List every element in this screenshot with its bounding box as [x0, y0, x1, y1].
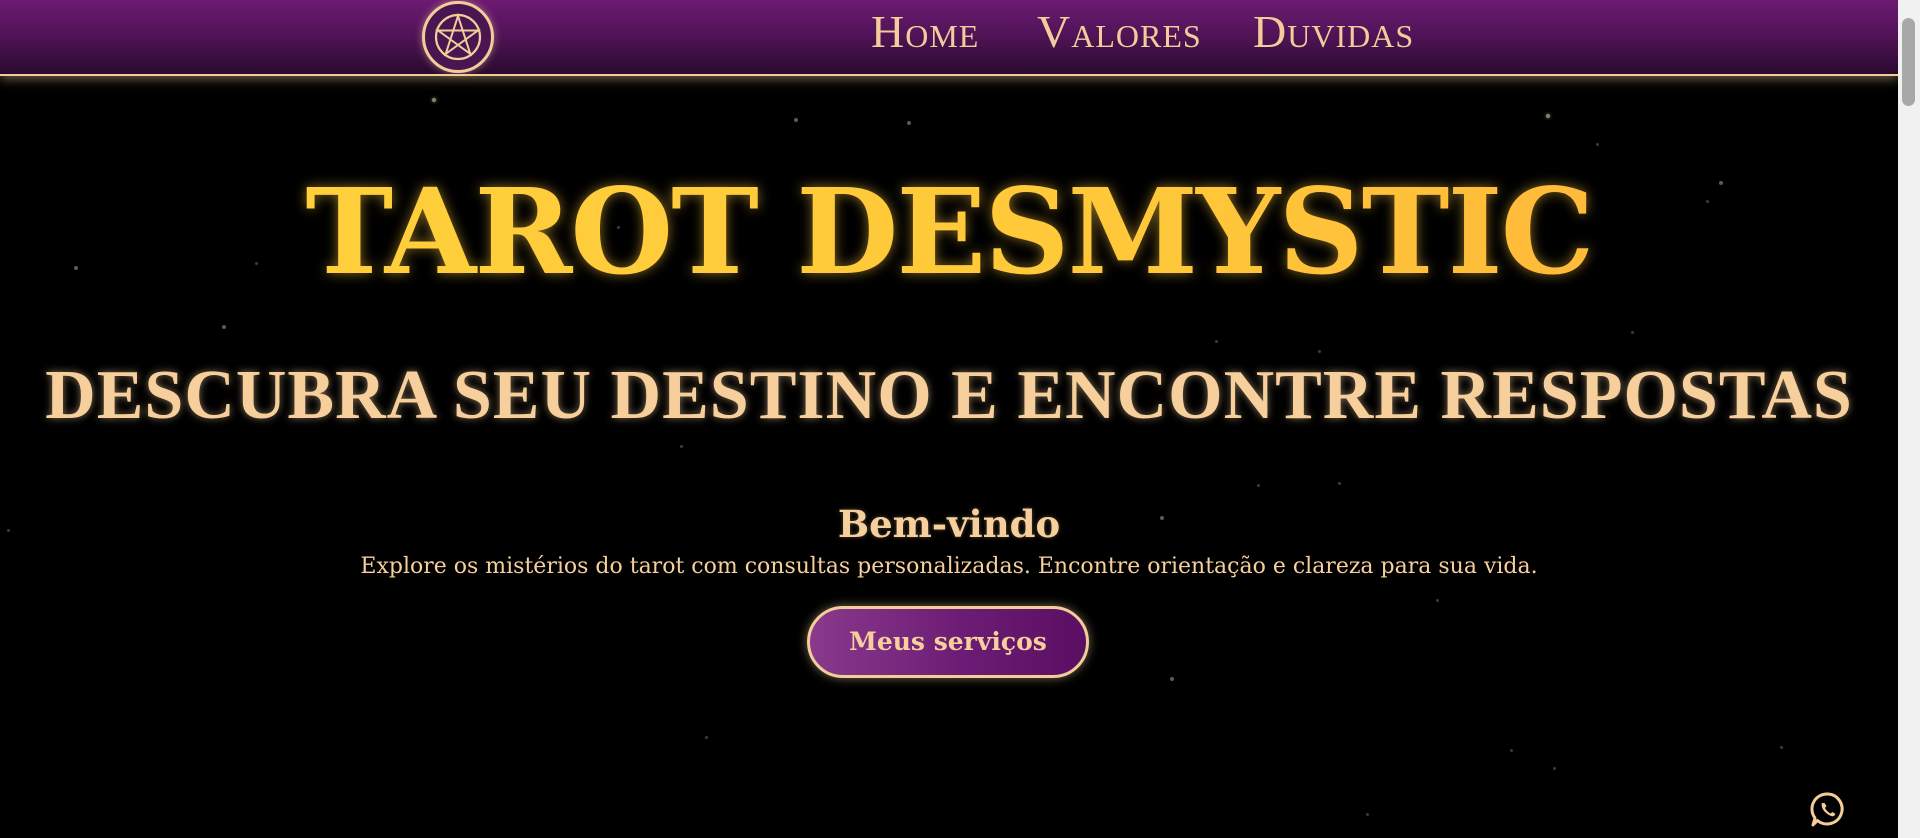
browser-viewport: Home Valores Duvidas TAROT DESMYSTIC DES… [0, 0, 1920, 838]
nav-link-valores[interactable]: Valores [1037, 4, 1202, 60]
nav-link-home[interactable]: Home [871, 4, 979, 60]
star [1338, 482, 1341, 485]
star [1170, 677, 1174, 681]
nav-link-duvidas[interactable]: Duvidas [1253, 4, 1414, 60]
star [1366, 813, 1369, 816]
star [1780, 746, 1783, 749]
star [1553, 767, 1556, 770]
page-scrollbar[interactable] [1898, 0, 1920, 838]
welcome-heading: Bem-vindo [837, 502, 1061, 546]
star [907, 121, 911, 125]
services-button[interactable]: Meus serviços [807, 606, 1089, 678]
star [1631, 331, 1634, 334]
scrollbar-thumb[interactable] [1902, 18, 1915, 106]
site-header: Home Valores Duvidas [0, 0, 1898, 76]
logo[interactable] [422, 1, 494, 73]
hero-subtitle: DESCUBRA SEU DESTINO E ENCONTRE RESPOSTA… [45, 357, 1853, 434]
page: Home Valores Duvidas TAROT DESMYSTIC DES… [0, 0, 1898, 838]
hero-title: TAROT DESMYSTIC [0, 162, 1898, 302]
star [705, 736, 708, 739]
star [432, 98, 436, 102]
star [1596, 143, 1599, 146]
star [1546, 114, 1550, 118]
star [794, 118, 798, 122]
star [222, 325, 226, 329]
pentagram-icon [434, 12, 482, 61]
welcome-text: Explore os mistérios do tarot com consul… [360, 554, 1538, 579]
star [1215, 340, 1218, 343]
whatsapp-button[interactable] [1808, 790, 1848, 830]
whatsapp-icon [1810, 792, 1844, 827]
star [680, 445, 683, 448]
star [1318, 350, 1321, 353]
star [1436, 599, 1439, 602]
star [1510, 749, 1513, 752]
star [1257, 484, 1260, 487]
